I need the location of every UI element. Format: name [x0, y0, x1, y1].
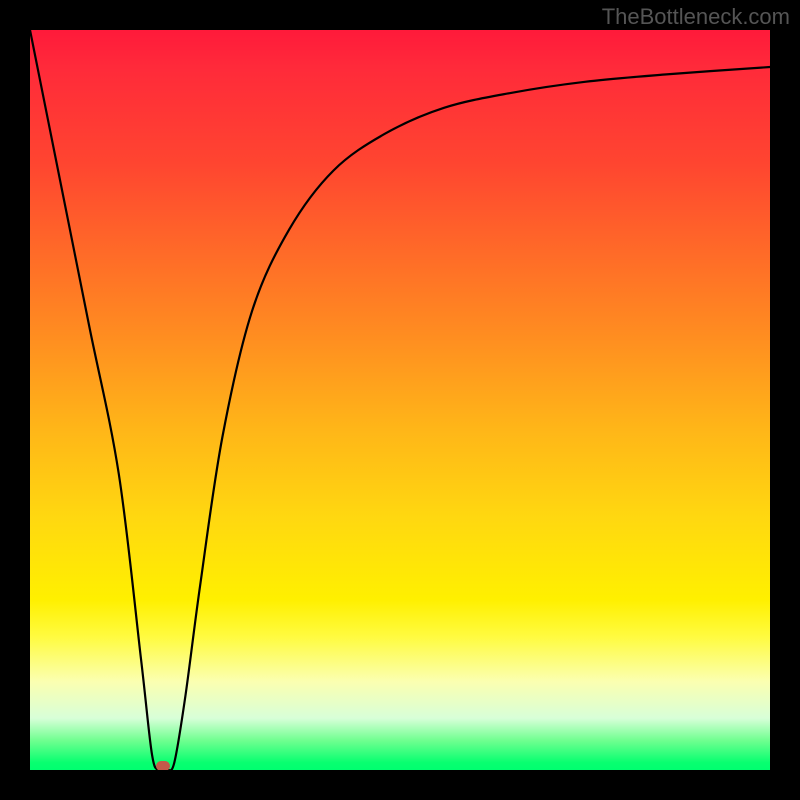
bottleneck-curve	[30, 30, 770, 770]
watermark-text: TheBottleneck.com	[602, 4, 790, 30]
plot-area	[30, 30, 770, 770]
optimum-marker	[156, 761, 170, 770]
